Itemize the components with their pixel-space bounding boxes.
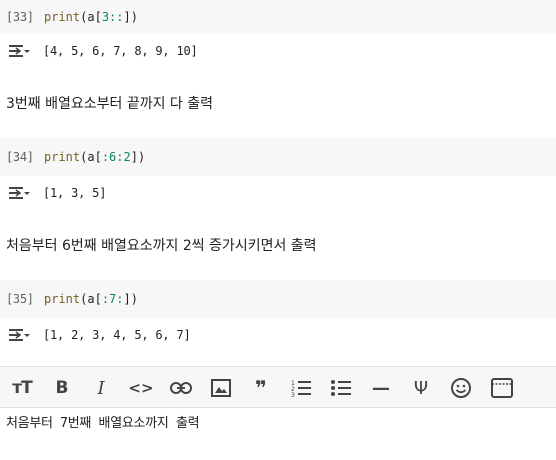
editor-text[interactable]: 처음부터 7번째 배열요소까지 출력 (6, 412, 200, 431)
link-icon[interactable] (168, 375, 194, 401)
execution-count: [33] (6, 10, 34, 24)
code-close: ]) (130, 150, 146, 164)
bold-glyph: B (55, 378, 69, 398)
bullet-list-icon[interactable] (328, 375, 354, 401)
code-bracket: [ (94, 292, 102, 306)
code-line[interactable]: print(a[:7:]) (42, 292, 138, 306)
output-toggle-icon[interactable] (7, 41, 31, 61)
output-toggle-icon[interactable] (7, 325, 31, 345)
code-line[interactable]: print(a[3::]) (42, 10, 138, 24)
markdown-toolbar: тT B I <> ❞ 1 2 3 — Ψ (0, 366, 556, 408)
code-glyph: <> (128, 379, 154, 397)
code-function: print (44, 150, 81, 164)
preview-icon[interactable] (489, 375, 515, 401)
code-cell-34[interactable]: [34] print(a[:6:2]) (0, 138, 556, 176)
quote-icon[interactable]: ❞ (248, 375, 274, 401)
svg-text:3: 3 (291, 392, 295, 398)
output-row: [1, 2, 3, 4, 5, 6, 7] (0, 324, 556, 346)
code-cell-35[interactable]: [35] print(a[:7:]) (0, 280, 556, 318)
italic-icon[interactable]: I (88, 375, 114, 401)
execution-count: [34] (6, 150, 34, 164)
output-row: [4, 5, 6, 7, 8, 9, 10] (0, 40, 556, 62)
code-function: print (44, 292, 81, 306)
link-svg (170, 382, 192, 394)
output-row: [1, 3, 5] (0, 182, 556, 204)
code-arg: a (87, 150, 95, 164)
output-text: [4, 5, 6, 7, 8, 9, 10] (43, 44, 198, 58)
output-text: [1, 2, 3, 4, 5, 6, 7] (43, 328, 191, 342)
image-icon[interactable] (208, 375, 234, 401)
code-bracket: [ (94, 150, 102, 164)
markdown-editor[interactable]: 처음부터 7번째 배열요소까지 출력 (0, 408, 556, 460)
latex-icon[interactable]: Ψ (408, 375, 434, 401)
code-slice: 3:: (101, 10, 124, 24)
code-slice: :6:2 (101, 150, 131, 164)
code-close: ]) (123, 10, 138, 24)
emoji-svg (451, 378, 471, 398)
markdown-text: 3번째 배열요소부터 끝까지 다 출력 (6, 96, 214, 112)
numbered-list-svg: 1 2 3 (291, 380, 311, 398)
code-bracket: [ (94, 10, 102, 24)
execution-count: [35] (6, 292, 34, 306)
text-size-icon[interactable]: тT (9, 375, 35, 401)
horizontal-rule-icon[interactable]: — (368, 375, 394, 401)
bullet-list-svg (331, 380, 351, 396)
code-close: ]) (123, 292, 138, 306)
image-svg (211, 379, 231, 397)
heading-glyph: тT (12, 378, 32, 398)
markdown-text: 처음부터 6번째 배열요소까지 2씩 증가시키면서 출력 (6, 238, 317, 254)
code-icon[interactable]: <> (128, 375, 154, 401)
code-cell-33[interactable]: [33] print(a[3::]) (0, 0, 556, 34)
numbered-list-icon[interactable]: 1 2 3 (288, 375, 314, 401)
italic-glyph: I (97, 377, 105, 399)
code-function: print (44, 10, 81, 24)
code-line[interactable]: print(a[:6:2]) (42, 150, 145, 164)
output-text: [1, 3, 5] (43, 186, 107, 200)
code-arg: a (87, 292, 95, 306)
code-arg: a (87, 10, 95, 24)
math-glyph: Ψ (413, 377, 429, 399)
output-toggle-icon[interactable] (7, 183, 31, 203)
emoji-icon[interactable] (448, 375, 474, 401)
preview-svg (491, 378, 513, 398)
hr-glyph: — (372, 377, 390, 399)
quote-glyph: ❞ (255, 376, 267, 400)
code-slice: :7: (101, 292, 124, 306)
bold-icon[interactable]: B (49, 375, 75, 401)
